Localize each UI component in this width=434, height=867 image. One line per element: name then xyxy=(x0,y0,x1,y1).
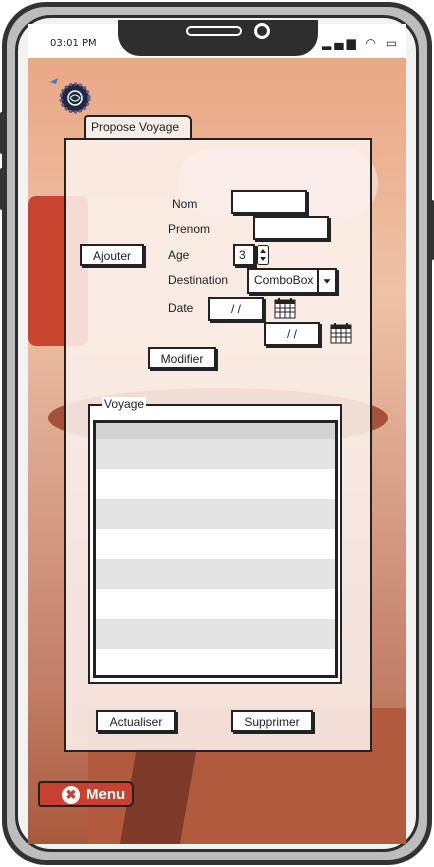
modifier-button[interactable]: Modifier xyxy=(148,347,216,369)
table-header-row xyxy=(96,423,335,439)
nom-input[interactable] xyxy=(231,190,307,214)
nom-label: Nom xyxy=(172,197,198,211)
status-time: 03:01 PM xyxy=(50,38,97,49)
volume-down-button xyxy=(0,168,6,210)
date-start-input[interactable]: / / xyxy=(208,297,264,321)
table-row[interactable] xyxy=(96,649,335,675)
age-label: Age xyxy=(168,248,190,262)
calendar-icon[interactable] xyxy=(274,297,296,319)
age-spinner-arrows-icon[interactable] xyxy=(257,245,269,265)
table-row[interactable] xyxy=(96,439,335,469)
power-button xyxy=(428,200,434,260)
app-logo-icon xyxy=(50,78,91,114)
table-row[interactable] xyxy=(96,619,335,649)
destination-select-value: ComboBox xyxy=(254,273,314,287)
table-row[interactable] xyxy=(96,529,335,559)
prenom-label: Prenom xyxy=(168,222,211,236)
date-label: Date xyxy=(168,301,194,315)
voyage-table[interactable] xyxy=(93,420,338,678)
menu-button-label: Menu xyxy=(86,786,126,803)
ajouter-button[interactable]: Ajouter xyxy=(80,244,144,266)
table-row[interactable] xyxy=(96,589,335,619)
voyage-group-title: Voyage xyxy=(102,397,147,411)
volume-up-button xyxy=(0,112,6,154)
prenom-input[interactable] xyxy=(253,216,329,240)
close-circle-icon: ✖ xyxy=(62,786,80,804)
age-stepper[interactable]: 3 xyxy=(233,244,255,266)
status-icons: ▂▄▆ ◠ ▭ xyxy=(322,36,400,50)
menu-button[interactable]: ✖ Menu xyxy=(38,781,134,807)
table-row[interactable] xyxy=(96,469,335,499)
speaker xyxy=(186,26,242,36)
wifi-icon: ◠ xyxy=(365,36,379,50)
calendar-icon[interactable] xyxy=(330,322,352,344)
table-row[interactable] xyxy=(96,499,335,529)
destination-label: Destination xyxy=(168,273,229,287)
chevron-down-icon xyxy=(317,270,331,292)
battery-icon: ▭ xyxy=(385,36,401,50)
supprimer-button[interactable]: Supprimer xyxy=(231,710,313,732)
actualiser-button[interactable]: Actualiser xyxy=(96,710,176,732)
table-row[interactable] xyxy=(96,559,335,589)
signal-icon: ▂▄▆ xyxy=(322,36,359,50)
front-camera xyxy=(254,23,270,39)
tab-propose-voyage[interactable]: Propose Voyage xyxy=(84,115,192,139)
destination-select[interactable]: ComboBox xyxy=(247,268,337,294)
date-end-input[interactable]: / / xyxy=(264,322,320,346)
